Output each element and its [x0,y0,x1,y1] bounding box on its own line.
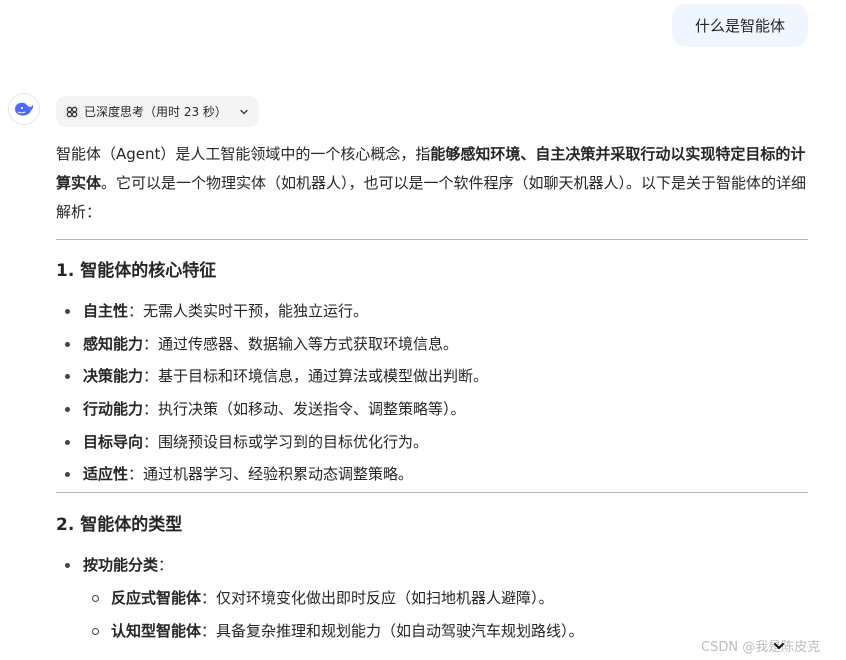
list-item: 适应性：通过机器学习、经验积累动态调整策略。 [56,464,808,497]
item-term: 按功能分类 [83,556,159,575]
intro-text-1: 智能体（Agent）是人工智能领域中的一个核心概念，指 [56,145,431,163]
type-sublist: 反应式智能体：仅对环境变化做出即时反应（如扫地机器人避障）。 认知型智能体：具备… [56,588,808,653]
item-desc: ：执行决策（如移动、发送指令、调整策略等）。 [143,400,466,419]
list-item: 目标导向：围绕预设目标或学习到的目标优化行为。 [56,432,808,465]
item-desc: ：基于目标和环境信息，通过算法或模型做出判断。 [143,367,489,386]
user-message-text: 什么是智能体 [694,17,785,35]
intro-paragraph: 智能体（Agent）是人工智能领域中的一个核心概念，指能够感知环境、自主决策并采… [56,140,808,227]
intro-text-2: 。它可以是一个物理实体（如机器人），也可以是一个软件程序（如聊天机器人）。以下是… [56,174,807,221]
list-item: 感知能力：通过传感器、数据输入等方式获取环境信息。 [56,334,808,367]
item-desc: ：通过传感器、数据输入等方式获取环境信息。 [143,334,459,353]
deep-think-toggle[interactable]: 已深度思考（用时 23 秒） [56,96,259,127]
deep-think-icon [66,106,78,117]
item-desc: ：仅对环境变化做出即时反应（如扫地机器人避障）。 [201,588,554,607]
chevron-down-icon [240,109,248,114]
list-item: 按功能分类： [56,555,808,588]
arrow-down-icon [774,643,784,649]
item-term: 目标导向 [83,432,144,451]
item-term: 决策能力 [83,367,144,386]
divider [56,239,808,240]
list-item: 决策能力：基于目标和环境信息，通过算法或模型做出判断。 [56,366,808,399]
item-term: 感知能力 [83,334,144,353]
list-item: 行动能力：执行决策（如移动、发送指令、调整策略等）。 [56,399,808,432]
item-desc: ：无需人类实时干预，能独立运行。 [128,302,369,320]
type-list: 按功能分类： [56,555,808,588]
section-heading: 2. 智能体的类型 [56,515,183,536]
item-desc: ：通过机器学习、经验积累动态调整策略。 [128,465,414,484]
assistant-avatar [8,93,40,125]
item-term: 认知型智能体 [111,621,202,640]
item-desc: ：具备复杂推理和规划能力（如自动驾驶汽车规划路线）。 [201,621,584,640]
item-desc: ： [158,556,174,575]
watermark: CSDN @我是陈皮克 [701,640,821,655]
section-heading: 1. 智能体的核心特征 [56,261,217,281]
assistant-answer: 智能体（Agent）是人工智能领域中的一个核心概念，指能够感知环境、自主决策并采… [56,140,808,653]
sub-list-item: 反应式智能体：仅对环境变化做出即时反应（如扫地机器人避障）。 [56,588,808,621]
scroll-to-bottom-button[interactable] [770,638,788,654]
item-term: 适应性 [83,465,129,484]
chat-page: 什么是智能体 已深度思考（用时 23 秒） 智能体（Agent）是人工智能领域中… [0,0,846,660]
user-message-bubble: 什么是智能体 [672,4,808,47]
deepseek-whale-icon [15,102,34,116]
deep-think-label: 已深度思考（用时 23 秒） [84,105,227,119]
item-desc: ：围绕预设目标或学习到的目标优化行为。 [143,432,429,451]
list-item: 自主性：无需人类实时干预，能独立运行。 [56,301,808,334]
item-term: 自主性 [83,302,129,320]
sub-list-item: 认知型智能体：具备复杂推理和规划能力（如自动驾驶汽车规划路线）。 [56,621,808,654]
item-term: 反应式智能体 [111,588,202,607]
feature-list: 自主性：无需人类实时干预，能独立运行。 感知能力：通过传感器、数据输入等方式获取… [56,301,808,497]
item-term: 行动能力 [83,400,144,419]
